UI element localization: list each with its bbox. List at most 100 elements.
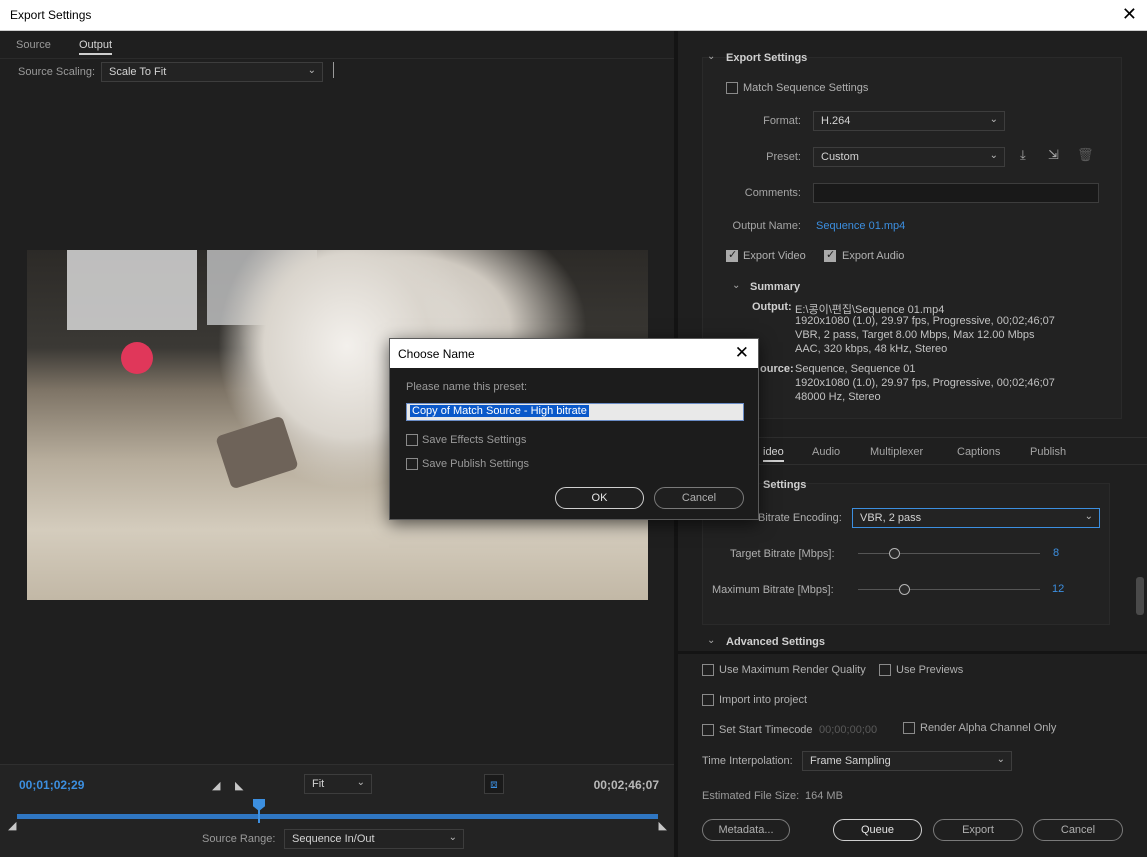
output-name-link[interactable]: Sequence 01.mp4	[816, 220, 905, 232]
close-icon[interactable]: ✕	[735, 343, 749, 363]
chevron-down-icon: ⌄	[989, 150, 998, 161]
chevron-down-icon: ⌄	[989, 114, 998, 125]
dialog-cancel-button[interactable]: Cancel	[654, 487, 744, 509]
cancel-button[interactable]: Cancel	[1033, 819, 1123, 841]
save-effects-checkbox[interactable]	[406, 434, 418, 446]
range-end-handle-icon[interactable]: ◣	[659, 819, 667, 832]
chevron-down-icon: ⌄	[448, 832, 457, 843]
target-bitrate-slider[interactable]	[858, 553, 1040, 554]
tab-multiplexer[interactable]: Multiplexer	[870, 446, 923, 458]
max-render-quality-label: Use Maximum Render Quality	[719, 664, 866, 676]
export-button[interactable]: Export	[933, 819, 1023, 841]
max-bitrate-knob[interactable]	[898, 584, 910, 595]
queue-button[interactable]: Queue	[833, 819, 922, 841]
summary-source-key: ource:	[760, 363, 794, 375]
summary-source-line: 48000 Hz, Stereo	[795, 391, 881, 403]
set-start-timecode-checkbox[interactable]	[702, 724, 714, 736]
dialog-prompt: Please name this preset:	[406, 381, 528, 393]
source-scaling-label: Source Scaling:	[18, 66, 96, 78]
format-dropdown[interactable]: H.264 ⌄	[813, 111, 1005, 131]
summary-title: Summary	[750, 281, 801, 293]
export-audio-checkbox[interactable]	[824, 248, 836, 262]
window-titlebar: Export Settings ✕	[0, 0, 1147, 31]
tab-source[interactable]: Source	[16, 39, 51, 51]
chevron-down-icon[interactable]: ⌄	[707, 51, 715, 62]
ok-button[interactable]: OK	[555, 487, 644, 509]
set-start-timecode-label: Set Start Timecode	[719, 724, 813, 736]
set-in-point-icon[interactable]: ◢	[212, 779, 220, 792]
chevron-down-icon: ⌄	[307, 65, 316, 76]
bitrate-encoding-dropdown[interactable]: VBR, 2 pass ⌄	[852, 508, 1100, 528]
tab-output[interactable]: Output	[79, 39, 113, 55]
import-preset-icon[interactable]: ⇲	[1048, 147, 1059, 163]
crop-divider	[333, 62, 334, 78]
summary-source-line: Sequence, Sequence 01	[795, 363, 916, 375]
summary-output-key: Output:	[752, 301, 792, 313]
tab-captions[interactable]: Captions	[957, 446, 1000, 458]
source-range-value: Sequence In/Out	[292, 833, 375, 845]
preset-name-value: Copy of Match Source - High bitrate	[410, 405, 589, 417]
tab-audio[interactable]: Audio	[812, 446, 840, 458]
metadata-button[interactable]: Metadata...	[702, 819, 790, 841]
max-render-quality-checkbox[interactable]	[702, 664, 714, 676]
chevron-down-icon[interactable]: ⌄	[732, 280, 740, 291]
set-out-point-icon[interactable]: ◣	[235, 779, 243, 792]
match-sequence-label: Match Sequence Settings	[743, 82, 869, 94]
render-alpha-checkbox[interactable]	[903, 722, 915, 734]
source-scaling-dropdown[interactable]: Scale To Fit ⌄	[101, 62, 323, 82]
dialog-titlebar: Choose Name ✕	[390, 339, 758, 368]
max-bitrate-slider[interactable]	[858, 589, 1040, 590]
export-settings-title: Export Settings	[726, 52, 808, 64]
bitrate-settings-title: Settings	[763, 479, 807, 491]
timecode-out: 00;02;46;07	[593, 778, 659, 792]
render-alpha-label: Render Alpha Channel Only	[920, 722, 1057, 734]
settings-scrollbar[interactable]	[1136, 577, 1144, 615]
export-footer: Use Maximum Render Quality Use Previews …	[678, 651, 1147, 857]
target-bitrate-value[interactable]: 8	[1053, 547, 1059, 559]
time-interpolation-dropdown[interactable]: Frame Sampling ⌄	[802, 751, 1012, 771]
timeline-strip: 00;01;02;29 ◢ ◣ Fit ⌄ ⧈ 00;02;46;07 ◢ ◣ …	[0, 764, 674, 857]
delete-preset-icon[interactable]: 🗑	[1077, 147, 1094, 163]
save-effects-label: Save Effects Settings	[422, 434, 527, 446]
format-label: Format:	[763, 115, 801, 127]
chevron-down-icon: ⌄	[996, 754, 1005, 765]
range-start-handle-icon[interactable]: ◢	[8, 819, 16, 832]
file-size-value: 164 MB	[805, 790, 843, 802]
import-into-project-checkbox[interactable]	[702, 694, 714, 706]
close-icon[interactable]: ✕	[1122, 5, 1137, 23]
source-range-label: Source Range:	[202, 833, 276, 845]
use-previews-checkbox[interactable]	[879, 664, 891, 676]
summary-source-line: 1920x1080 (1.0), 29.97 fps, Progressive,…	[795, 377, 1055, 389]
timecode-in[interactable]: 00;01;02;29	[19, 778, 84, 792]
source-range-dropdown[interactable]: Sequence In/Out ⌄	[284, 829, 464, 849]
save-publish-checkbox[interactable]	[406, 458, 418, 470]
save-preset-icon[interactable]: ⤓	[1020, 147, 1026, 163]
match-sequence-checkbox[interactable]	[726, 82, 738, 94]
timeline-track[interactable]	[17, 814, 658, 819]
format-value: H.264	[821, 115, 851, 127]
chevron-down-icon: ⌄	[356, 777, 365, 788]
window-title: Export Settings	[10, 8, 92, 22]
time-interpolation-value: Frame Sampling	[810, 755, 891, 767]
preset-value: Custom	[821, 151, 859, 163]
output-name-label: Output Name:	[732, 220, 801, 232]
export-video-checkbox[interactable]	[726, 248, 738, 262]
choose-name-dialog: Choose Name ✕ Please name this preset: C…	[389, 338, 759, 520]
preview-ball	[121, 342, 153, 374]
zoom-dropdown[interactable]: Fit ⌄	[304, 774, 372, 794]
comments-label: Comments:	[744, 187, 801, 199]
playhead-line	[258, 809, 260, 823]
tab-publish[interactable]: Publish	[1030, 446, 1066, 458]
comments-field[interactable]	[813, 183, 1099, 203]
preset-name-input[interactable]: Copy of Match Source - High bitrate	[406, 403, 744, 421]
max-bitrate-value[interactable]: 12	[1052, 583, 1064, 595]
preset-dropdown[interactable]: Custom ⌄	[813, 147, 1005, 167]
preview-tabs: Source Output	[0, 31, 674, 59]
target-bitrate-label: Target Bitrate [Mbps]:	[730, 548, 835, 560]
aspect-toggle-icon[interactable]: ⧈	[484, 774, 504, 794]
start-timecode-value[interactable]: 00;00;00;00	[819, 724, 877, 736]
save-publish-label: Save Publish Settings	[422, 458, 530, 470]
max-bitrate-label: Maximum Bitrate [Mbps]:	[712, 584, 834, 596]
chevron-down-icon[interactable]: ⌄	[707, 635, 715, 646]
tab-video[interactable]: ideo	[763, 446, 784, 462]
